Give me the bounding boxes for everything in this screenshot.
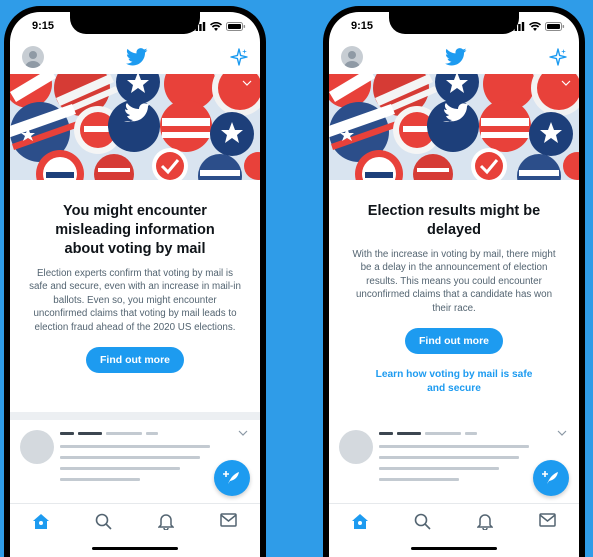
home-indicator (92, 547, 178, 550)
home-icon (352, 514, 369, 529)
search-icon (95, 513, 112, 530)
tweet-avatar-placeholder (20, 430, 54, 464)
chevron-down-icon[interactable] (238, 430, 248, 436)
top-nav (329, 40, 579, 74)
tab-search[interactable] (94, 513, 114, 533)
tab-messages[interactable] (538, 513, 558, 533)
phone-screen: 9:15 (10, 12, 260, 557)
misleading-info-prompt: You might encounter misleading informati… (10, 202, 260, 374)
home-indicator (411, 547, 497, 550)
device-notch (389, 12, 519, 34)
bell-icon (158, 514, 175, 530)
home-icon (33, 514, 50, 529)
tab-notifications[interactable] (156, 513, 176, 533)
tweet-avatar-placeholder (339, 430, 373, 464)
phone-screen: 9:15 (329, 12, 579, 557)
battery-icon (545, 21, 565, 31)
battery-icon (226, 21, 246, 31)
device-notch (70, 12, 200, 34)
tab-notifications[interactable] (475, 513, 495, 533)
twitter-bird-icon (445, 48, 467, 66)
chevron-down-icon[interactable] (561, 80, 571, 86)
election-illustration (329, 74, 579, 180)
mail-icon (539, 513, 556, 527)
phone-right: 9:15 Election results might be delayed W… (323, 6, 585, 557)
tab-messages[interactable] (219, 513, 239, 533)
find-out-more-button[interactable]: Find out more (86, 347, 184, 374)
compose-tweet-icon (542, 471, 558, 484)
find-out-more-button[interactable]: Find out more (405, 328, 503, 355)
election-illustration (10, 74, 260, 180)
prompt-title: You might encounter misleading informati… (55, 203, 215, 257)
prompt-body: Election experts confirm that voting by … (29, 268, 241, 333)
wifi-icon (210, 21, 222, 31)
status-time: 9:15 (32, 20, 55, 32)
prompt-title: Election results might be delayed (367, 203, 541, 238)
prompt-body: With the increase in voting by mail, the… (352, 249, 556, 314)
chevron-down-icon[interactable] (557, 430, 567, 436)
compose-tweet-button[interactable] (533, 460, 569, 496)
search-icon (414, 513, 431, 530)
profile-avatar[interactable] (341, 46, 363, 68)
compose-tweet-button[interactable] (214, 460, 250, 496)
chevron-down-icon[interactable] (242, 80, 252, 86)
tab-search[interactable] (413, 513, 433, 533)
feed-divider (10, 412, 260, 420)
tab-home[interactable] (31, 513, 51, 533)
compose-tweet-icon (223, 471, 239, 484)
phone-left: 9:15 You might encounter misleading info… (4, 6, 266, 557)
sparkle-icon[interactable] (230, 48, 248, 66)
twitter-bird-icon (126, 48, 148, 66)
bell-icon (477, 514, 494, 530)
tab-home[interactable] (350, 513, 370, 533)
learn-voting-by-mail-link[interactable]: Learn how voting by mail is safe and sec… (343, 368, 565, 396)
mail-icon (220, 513, 237, 527)
top-nav (10, 40, 260, 74)
status-time: 9:15 (351, 20, 374, 32)
sparkle-icon[interactable] (549, 48, 567, 66)
election-results-prompt: Election results might be delayed With t… (329, 202, 579, 396)
profile-avatar[interactable] (22, 46, 44, 68)
wifi-icon (529, 21, 541, 31)
